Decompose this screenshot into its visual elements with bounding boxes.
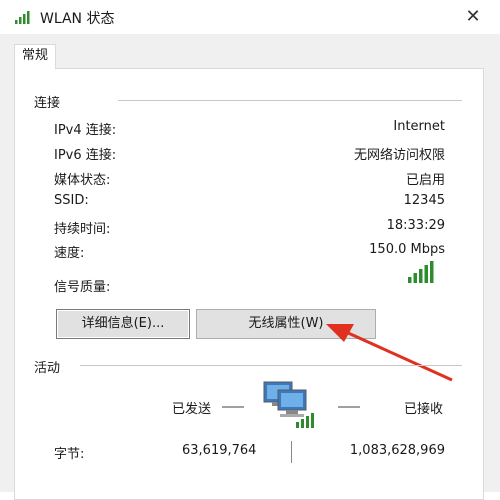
ipv4-value: Internet <box>393 119 445 134</box>
sent-label: 已发送 <box>172 402 212 417</box>
title-bar: WLAN 状态 ✕ <box>0 0 500 34</box>
ssid-value: 12345 <box>403 193 445 208</box>
ipv6-value: 无网络访问权限 <box>353 148 445 163</box>
bytes-received-value: 1,083,628,969 <box>349 443 445 458</box>
speed-value: 150.0 Mbps <box>369 242 445 257</box>
connection-divider <box>118 100 462 101</box>
received-label: 已接收 <box>404 402 444 417</box>
activity-divider <box>80 365 462 366</box>
received-dash <box>338 406 360 408</box>
media-state-value: 已启用 <box>405 173 445 188</box>
close-icon: ✕ <box>465 6 481 27</box>
tab-general[interactable]: 常规 <box>14 44 56 69</box>
network-computers-icon <box>263 381 314 428</box>
media-state-label: 媒体状态: <box>54 173 111 188</box>
speed-label: 速度: <box>54 246 85 261</box>
wifi-signal-icon <box>15 11 30 24</box>
ipv4-label: IPv4 连接: <box>54 123 117 138</box>
duration-label: 持续时间: <box>54 222 111 237</box>
signal-quality-label: 信号质量: <box>54 280 111 295</box>
ipv6-label: IPv6 连接: <box>54 148 117 163</box>
close-button[interactable]: ✕ <box>456 0 490 34</box>
details-button-label: 详细信息(E)... <box>81 316 165 331</box>
bytes-separator <box>291 441 292 463</box>
window-title: WLAN 状态 <box>40 11 115 27</box>
bytes-label: 字节: <box>54 447 85 462</box>
signal-strength-icon <box>408 261 434 283</box>
annotation-arrow-icon <box>326 324 453 382</box>
activity-section-label: 活动 <box>34 361 61 376</box>
signal-bar <box>408 277 412 283</box>
details-button[interactable]: 详细信息(E)... <box>56 309 190 339</box>
signal-bar <box>413 273 417 283</box>
signal-bar <box>424 265 428 283</box>
sent-dash <box>222 406 244 408</box>
ssid-label: SSID: <box>54 193 89 208</box>
duration-value: 18:33:29 <box>386 218 445 233</box>
wireless-properties-label: 无线属性(W) <box>248 316 324 331</box>
signal-bar <box>430 261 434 283</box>
bytes-sent-value: 63,619,764 <box>182 443 257 458</box>
signal-bar <box>419 269 423 283</box>
connection-section-label: 连接 <box>34 96 61 111</box>
